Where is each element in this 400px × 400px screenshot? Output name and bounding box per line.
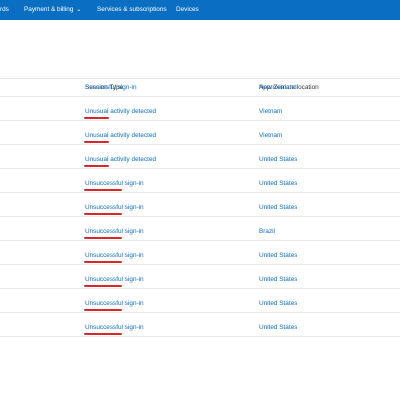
chevron-down-icon: ⌄ (76, 7, 82, 13)
session-type-link[interactable]: Unsuccessful sign-in (85, 252, 144, 259)
session-type-link[interactable]: Unsuccessful sign-in (85, 300, 144, 307)
row-divider (0, 240, 400, 241)
row-divider (0, 96, 400, 97)
red-annotation-underline (84, 141, 109, 143)
red-annotation-underline (84, 285, 122, 287)
approximate-location: United States (259, 156, 298, 163)
approximate-location: United States (259, 252, 298, 259)
session-type-link[interactable]: Unsuccessful sign-in (85, 228, 144, 235)
approximate-location: Brazil (259, 228, 275, 235)
top-navigation-bar: rds Payment & billing ⌄ Services & subscr… (0, 0, 400, 20)
approximate-location: United States (259, 300, 298, 307)
row-divider (0, 192, 400, 193)
session-type-link[interactable]: Unsuccessful sign-in (85, 204, 144, 211)
nav-item-payment-billing[interactable]: Payment & billing ⌄ (24, 0, 81, 20)
row-divider (0, 120, 400, 121)
row-divider (0, 216, 400, 217)
row-divider (0, 312, 400, 313)
red-annotation-underline (84, 117, 109, 119)
approximate-location: New Zealand (259, 84, 297, 91)
approximate-location: Vietnam (259, 108, 283, 115)
approximate-location: United States (259, 204, 298, 211)
session-type-link[interactable]: Unusual activity detected (85, 156, 156, 163)
red-annotation-underline (84, 213, 122, 215)
row-divider (0, 168, 400, 169)
approximate-location: United States (259, 276, 298, 283)
approximate-location: Vietnam (259, 132, 283, 139)
nav-item-devices[interactable]: Devices (176, 0, 199, 20)
red-annotation-underline (84, 333, 122, 335)
red-annotation-underline (84, 261, 122, 263)
session-type-link[interactable]: Unsuccessful sign-in (85, 180, 144, 187)
approximate-location: United States (259, 324, 298, 331)
session-type-link[interactable]: Unusual activity detected (85, 108, 156, 115)
approximate-location: United States (259, 180, 298, 187)
row-divider (0, 144, 400, 145)
session-type-link[interactable]: Unusual activity detected (85, 132, 156, 139)
row-divider (0, 288, 400, 289)
table-divider (0, 78, 400, 79)
nav-item-rewards-partial[interactable]: rds (0, 0, 9, 20)
row-divider (0, 264, 400, 265)
row-divider (0, 336, 400, 337)
red-annotation-underline (84, 237, 122, 239)
session-type-link[interactable]: Unsuccessful sign-in (85, 324, 144, 331)
activity-content: Session Type Approximate location Succes… (0, 20, 400, 400)
red-annotation-underline (84, 309, 122, 311)
session-type-link[interactable]: Successful sign-in (85, 84, 137, 91)
red-annotation-underline (84, 189, 122, 191)
nav-item-payment-billing-label: Payment & billing (24, 6, 74, 13)
nav-item-services-subscriptions[interactable]: Services & subscriptions (97, 0, 167, 20)
red-annotation-underline (84, 165, 109, 167)
session-type-link[interactable]: Unsuccessful sign-in (85, 276, 144, 283)
